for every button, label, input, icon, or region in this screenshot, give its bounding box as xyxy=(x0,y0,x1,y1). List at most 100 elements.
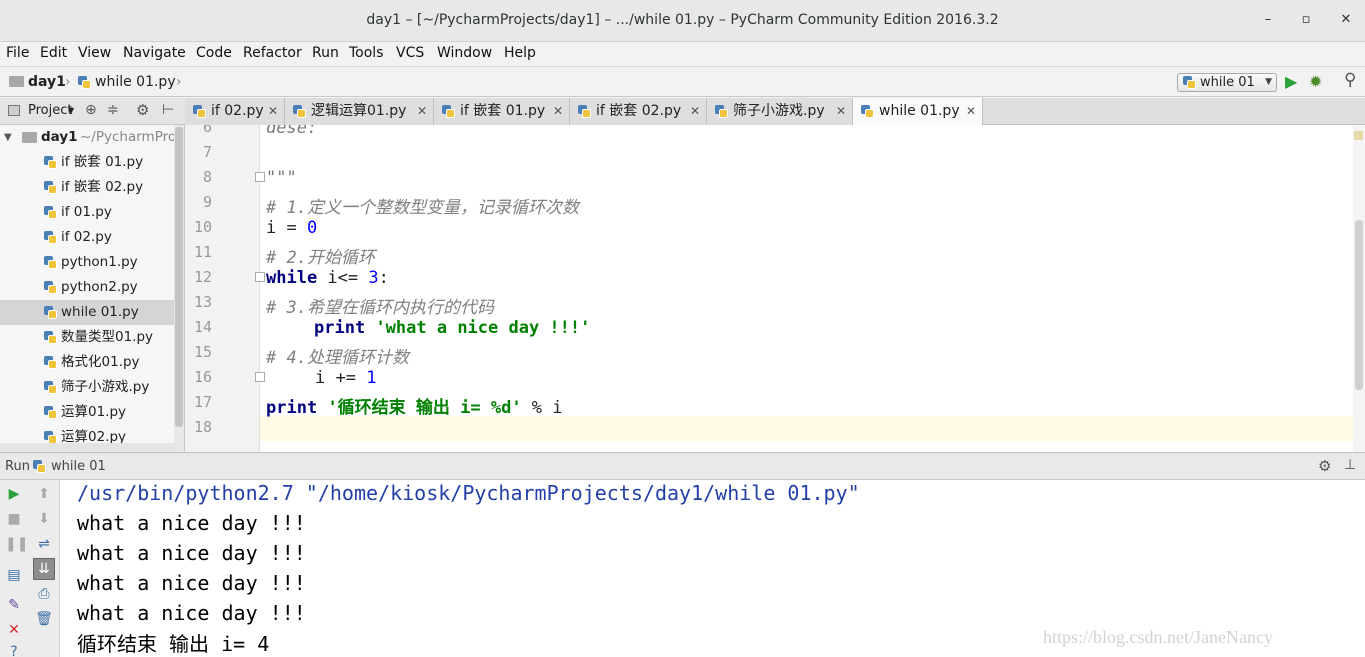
run-icon[interactable]: ▶ xyxy=(1285,72,1297,91)
console-line: what a nice day !!! xyxy=(77,511,306,535)
collapse-all-icon[interactable]: ≑ xyxy=(107,102,119,118)
tab-label: if 嵌套 01.py xyxy=(460,103,546,119)
maximize-button[interactable]: ▫ xyxy=(1296,10,1316,30)
pin-icon[interactable]: ✎ xyxy=(5,596,23,614)
hide-panel-icon[interactable]: ⊥ xyxy=(1344,457,1356,473)
code-editor[interactable]: 6 7 8 9 10 11 12 13 14 15 16 17 18 dese:… xyxy=(185,125,1365,452)
run-config-selector[interactable]: while 01 ▼ xyxy=(1177,73,1277,92)
tab-dice-game[interactable]: 筛子小游戏.py ✕ xyxy=(707,98,853,125)
gear-icon[interactable]: ⚙ xyxy=(136,101,149,119)
soft-wrap-icon[interactable]: ⇌ xyxy=(35,535,53,553)
tab-logic-01[interactable]: 逻辑运算01.py ✕ xyxy=(285,98,434,125)
project-view-selector[interactable]: Project xyxy=(28,103,72,118)
menu-help[interactable]: Help xyxy=(504,45,536,61)
tree-file[interactable]: 运算01.py xyxy=(0,400,175,425)
line-number: 11 xyxy=(193,243,212,261)
tree-vertical-scrollbar[interactable] xyxy=(174,125,184,452)
menu-window[interactable]: Window xyxy=(437,45,492,61)
print-icon[interactable]: ⎙ xyxy=(35,585,53,603)
console-line: 循环结束 输出 i= 4 xyxy=(77,632,270,656)
arrow-up-icon[interactable]: ⬆ xyxy=(35,485,53,503)
tree-file[interactable]: if 嵌套 02.py xyxy=(0,175,175,200)
tree-horizontal-scrollbar[interactable] xyxy=(0,443,175,452)
close-tab-icon[interactable]: ✕ xyxy=(836,98,846,125)
close-tab-icon[interactable]: ✕ xyxy=(268,98,278,125)
line-number: 14 xyxy=(193,318,212,336)
menu-tools[interactable]: Tools xyxy=(349,45,384,61)
chevron-down-icon[interactable]: ▼ xyxy=(68,106,74,115)
menu-code[interactable]: Code xyxy=(196,45,232,61)
search-icon[interactable]: ⚲ xyxy=(1344,70,1356,90)
pause-icon[interactable]: ❚❚ xyxy=(5,535,28,553)
project-toolbar: Project ▼ ⊕ ≑ ⚙ ⊢ xyxy=(0,98,185,125)
python-file-icon xyxy=(293,105,306,118)
tree-file[interactable]: 数量类型01.py xyxy=(0,325,175,350)
scrollbar-thumb[interactable] xyxy=(175,127,183,427)
help-icon[interactable]: ? xyxy=(5,643,23,657)
menu-vcs[interactable]: VCS xyxy=(396,45,424,61)
project-view-icon xyxy=(8,105,20,116)
tree-file[interactable]: if 01.py xyxy=(0,200,175,225)
tree-file[interactable]: 筛子小游戏.py xyxy=(0,375,175,400)
close-icon[interactable]: ✕ xyxy=(5,621,23,639)
tree-root[interactable]: ▼ day1 ~/PycharmProje xyxy=(0,125,184,150)
expand-arrow-icon[interactable]: ▼ xyxy=(4,125,12,150)
menu-bar: File Edit View Navigate Code Refactor Ru… xyxy=(0,42,1365,66)
fold-marker-icon[interactable] xyxy=(255,172,265,182)
rerun-icon[interactable]: ▶ xyxy=(5,485,23,503)
tree-file[interactable]: if 02.py xyxy=(0,225,175,250)
close-tab-icon[interactable]: ✕ xyxy=(966,98,976,125)
console-line: what a nice day !!! xyxy=(77,571,306,595)
close-tab-icon[interactable]: ✕ xyxy=(690,98,700,125)
line-number: 12 xyxy=(193,268,212,286)
current-line-highlight xyxy=(185,416,1365,441)
file-name: if 嵌套 02.py xyxy=(61,179,144,195)
python-file-icon xyxy=(78,76,91,89)
fold-marker-icon[interactable] xyxy=(255,272,265,282)
menu-run[interactable]: Run xyxy=(312,45,339,61)
editor-vertical-scrollbar[interactable] xyxy=(1353,125,1365,452)
breadcrumb-separator: › xyxy=(176,74,182,90)
run-panel-config: while 01 xyxy=(51,459,106,474)
trash-icon[interactable]: 🗑 xyxy=(35,610,53,628)
tree-file[interactable]: if 嵌套 01.py xyxy=(0,150,175,175)
menu-view[interactable]: View xyxy=(78,45,111,61)
tab-if-02[interactable]: if 02.py ✕ xyxy=(185,98,285,125)
minimize-button[interactable]: – xyxy=(1258,10,1278,30)
tab-if-nested-02[interactable]: if 嵌套 02.py ✕ xyxy=(570,98,707,125)
menu-edit[interactable]: Edit xyxy=(40,45,67,61)
gear-icon[interactable]: ⚙ xyxy=(1318,457,1331,475)
scroll-from-source-icon[interactable]: ⊕ xyxy=(85,102,97,118)
scroll-to-end-icon[interactable]: ⇊ xyxy=(33,558,55,580)
code-number: 1 xyxy=(366,368,377,388)
python-file-icon xyxy=(44,356,57,369)
hide-panel-icon[interactable]: ⊢ xyxy=(162,102,174,118)
breadcrumb-project[interactable]: day1 xyxy=(28,74,66,90)
line-number: 16 xyxy=(193,368,212,386)
close-button[interactable]: ✕ xyxy=(1336,10,1356,30)
layout-icon[interactable]: ▤ xyxy=(5,566,23,584)
close-tab-icon[interactable]: ✕ xyxy=(553,98,563,125)
tree-file-selected[interactable]: while 01.py xyxy=(0,300,175,325)
tab-while-01[interactable]: while 01.py ✕ xyxy=(853,98,983,126)
close-tab-icon[interactable]: ✕ xyxy=(417,98,427,125)
console-line: what a nice day !!! xyxy=(77,601,306,625)
file-name: if 嵌套 01.py xyxy=(61,154,144,170)
arrow-down-icon[interactable]: ⬇ xyxy=(35,510,53,528)
scrollbar-thumb[interactable] xyxy=(1355,220,1363,390)
tree-file[interactable]: python1.py xyxy=(0,250,175,275)
debug-icon[interactable]: ✹ xyxy=(1309,72,1322,91)
line-number-gutter: 6 7 8 9 10 11 12 13 14 15 16 17 18 xyxy=(185,125,265,452)
fold-marker-icon[interactable] xyxy=(255,372,265,382)
code-keyword: while xyxy=(266,268,318,288)
tree-file[interactable]: python2.py xyxy=(0,275,175,300)
code-line-15: # 4.处理循环计数 xyxy=(266,348,409,368)
menu-refactor[interactable]: Refactor xyxy=(243,45,302,61)
tab-if-nested-01[interactable]: if 嵌套 01.py ✕ xyxy=(434,98,570,125)
tab-label: if 02.py xyxy=(211,103,264,119)
menu-file[interactable]: File xyxy=(6,45,29,61)
breadcrumb-file[interactable]: while 01.py xyxy=(95,74,176,90)
menu-navigate[interactable]: Navigate xyxy=(123,45,186,61)
stop-icon[interactable]: ■ xyxy=(5,510,23,528)
tree-file[interactable]: 格式化01.py xyxy=(0,350,175,375)
